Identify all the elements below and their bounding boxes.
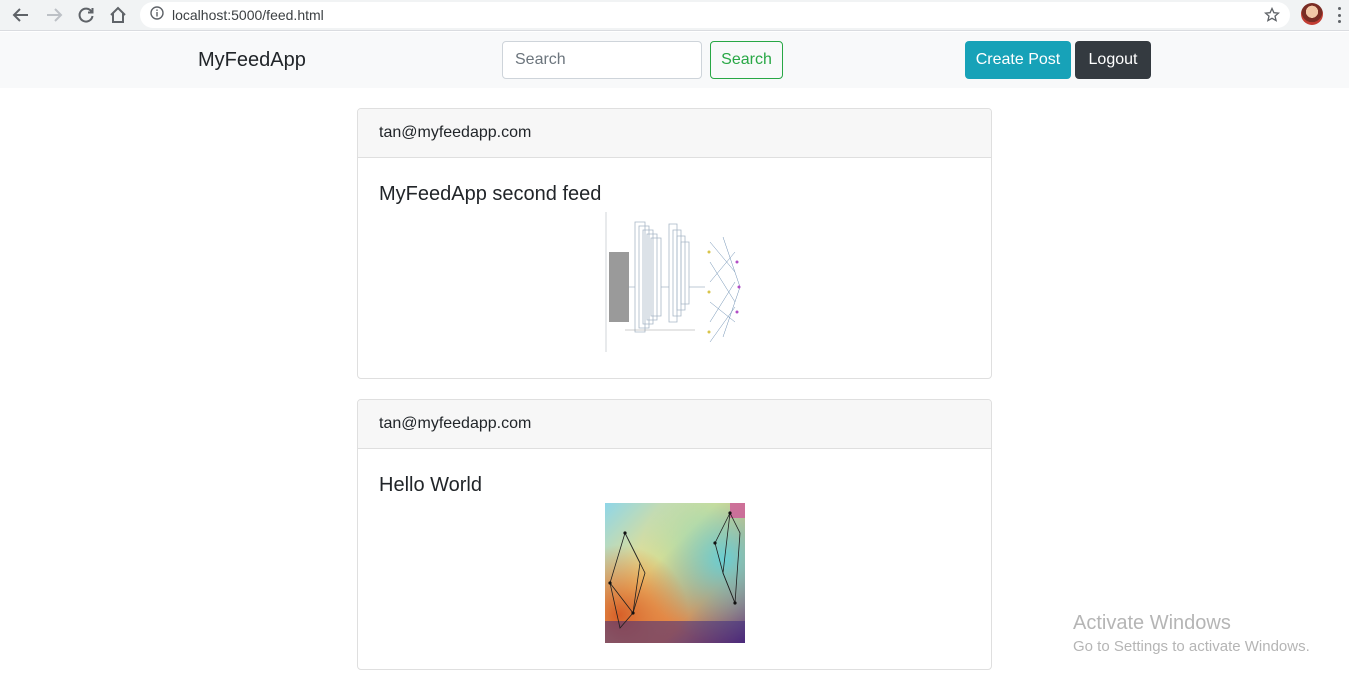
profile-avatar[interactable] xyxy=(1301,3,1323,25)
post-author: tan@myfeedapp.com xyxy=(358,109,991,158)
app-navbar: MyFeedApp Search Create Post Logout xyxy=(0,32,1349,88)
star-icon[interactable] xyxy=(1261,4,1283,26)
url-text[interactable]: localhost:5000/feed.html xyxy=(172,7,324,23)
home-icon[interactable] xyxy=(107,4,129,26)
colorful-polygon-network-image xyxy=(604,503,745,643)
watermark-title: Activate Windows xyxy=(1073,612,1231,634)
reload-icon[interactable] xyxy=(75,4,97,26)
brand-logo-text[interactable]: MyFeedApp xyxy=(198,49,306,72)
post-card: tan@myfeedapp.com MyFeedApp second feed xyxy=(357,108,992,379)
watermark-subtitle: Go to Settings to activate Windows. xyxy=(1073,638,1310,655)
back-arrow-icon[interactable] xyxy=(10,4,32,26)
windows-activation-watermark: Activate Windows Go to Settings to activ… xyxy=(1073,612,1310,655)
browser-toolbar: localhost:5000/feed.html xyxy=(0,0,1349,31)
post-title: Hello World xyxy=(379,474,482,496)
info-icon[interactable] xyxy=(150,5,164,25)
forward-arrow-icon[interactable] xyxy=(43,4,65,26)
more-vert-icon[interactable] xyxy=(1336,5,1342,25)
neural-network-diagram-image xyxy=(604,212,745,352)
logout-button[interactable]: Logout xyxy=(1075,41,1151,79)
search-button[interactable]: Search xyxy=(710,41,783,79)
post-title: MyFeedApp second feed xyxy=(379,183,602,205)
post-card: tan@myfeedapp.com Hello World xyxy=(357,399,992,670)
post-author: tan@myfeedapp.com xyxy=(358,400,991,449)
address-bar[interactable]: localhost:5000/feed.html xyxy=(140,2,1290,28)
search-input[interactable] xyxy=(502,41,702,79)
create-post-button[interactable]: Create Post xyxy=(965,41,1071,79)
